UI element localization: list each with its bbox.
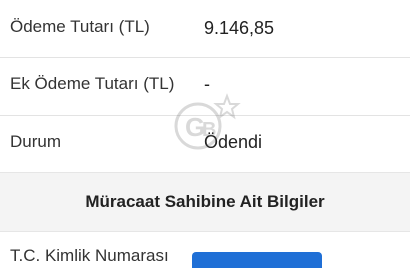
applicant-section-title: Müracaat Sahibine Ait Bilgiler	[85, 192, 325, 211]
payment-amount-value: 9.146,85	[204, 18, 275, 38]
status-value: Ödendi	[204, 132, 263, 152]
status-label: Durum	[10, 132, 62, 151]
applicant-section-header: Müracaat Sahibine Ait Bilgiler	[0, 172, 410, 232]
extra-payment-row: Ek Ödeme Tutarı (TL) -	[0, 58, 410, 115]
tckn-label: T.C. Kimlik Numarası	[10, 246, 169, 265]
status-row: Durum Ödendi	[0, 116, 410, 171]
tckn-action-button[interactable]	[192, 252, 322, 268]
extra-payment-value: -	[204, 74, 210, 94]
payment-amount-label: Ödeme Tutarı (TL)	[10, 17, 150, 36]
payment-amount-row: Ödeme Tutarı (TL) 9.146,85	[0, 0, 410, 57]
extra-payment-label: Ek Ödeme Tutarı (TL)	[10, 74, 175, 93]
